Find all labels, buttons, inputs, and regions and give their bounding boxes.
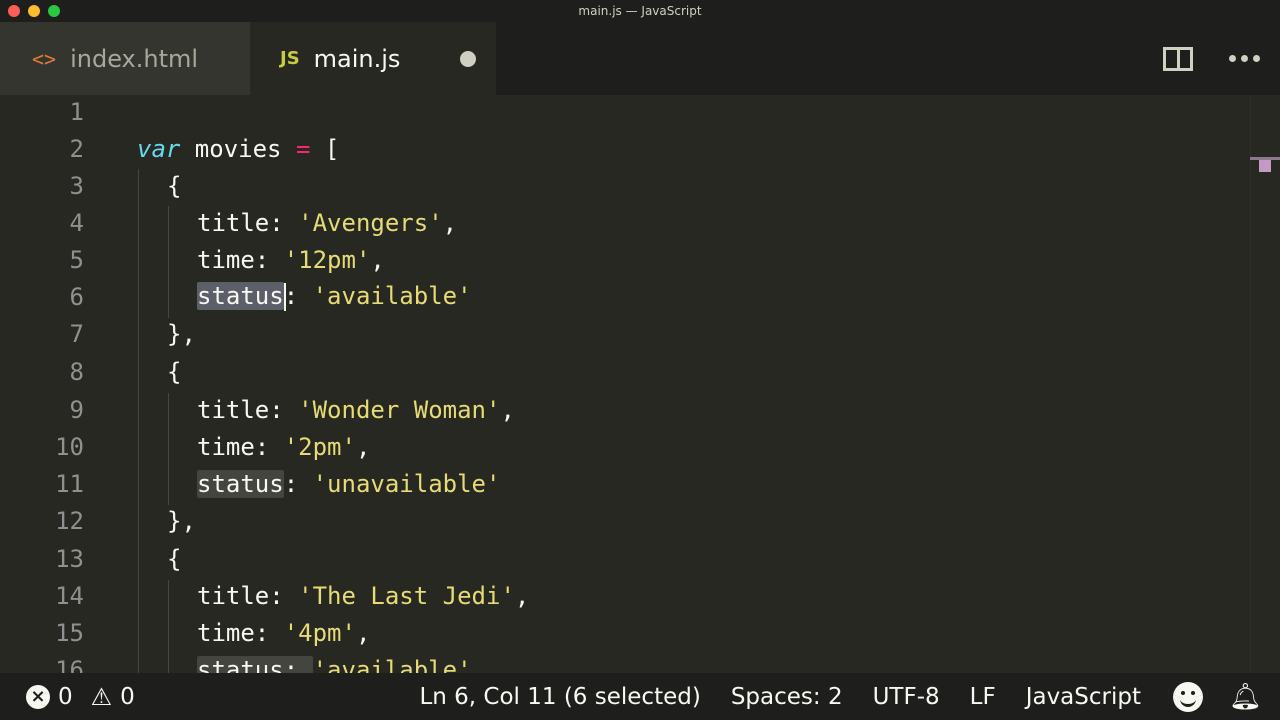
warning-count: 0 <box>120 683 135 710</box>
code-line: 2 var movies = [ <box>0 130 1250 167</box>
line-number: 15 <box>55 618 84 647</box>
maximize-window-button[interactable] <box>48 5 60 17</box>
line-number: 16 <box>55 655 84 674</box>
status-items: Ln 6, Col 11 (6 selected) Spaces: 2 UTF-… <box>419 673 1280 720</box>
tab-index-html[interactable]: <> index.html <box>0 22 250 95</box>
code-line: 11 status: 'unavailable' <box>0 465 1250 502</box>
minimize-window-button[interactable] <box>28 5 40 17</box>
language-mode[interactable]: JavaScript <box>1026 684 1141 710</box>
code-text: title: 'The Last Jedi', <box>197 581 530 610</box>
code-text: status: 'unavailable' <box>197 469 501 498</box>
code-line: 3 { <box>0 167 1250 204</box>
indentation-setting[interactable]: Spaces: 2 <box>731 684 843 710</box>
title-bar: main.js — JavaScript <box>0 0 1280 22</box>
code-text: }, <box>167 506 196 535</box>
line-number: 7 <box>69 319 84 348</box>
code-line: 4 title: 'Avengers', <box>0 204 1250 241</box>
tab-label: index.html <box>70 44 199 73</box>
line-number: 11 <box>55 469 84 498</box>
status-bar: × 0 ⚠ 0 Ln 6, Col 11 (6 selected) Spaces… <box>0 673 1280 720</box>
code-text: }, <box>167 319 196 348</box>
line-number: 5 <box>69 245 84 274</box>
line-number: 3 <box>69 171 84 200</box>
error-icon: × <box>26 684 50 709</box>
line-number: 14 <box>55 581 84 610</box>
cursor-position[interactable]: Ln 6, Col 11 (6 selected) <box>419 684 700 710</box>
code-line: 10 time: '2pm', <box>0 428 1250 465</box>
line-number: 1 <box>69 97 84 126</box>
code-text: { <box>167 544 182 573</box>
code-text: { <box>167 357 182 386</box>
tab-main-js[interactable]: JS main.js <box>250 22 496 95</box>
editor-scrollbar[interactable] <box>1250 95 1280 673</box>
code-line: 8 { <box>0 353 1250 390</box>
code-editor[interactable]: 1 2 var movies = [ 3 { 4 title: 'Avenger… <box>0 95 1280 673</box>
encoding-setting[interactable]: UTF-8 <box>873 684 940 710</box>
warning-icon: ⚠ <box>90 682 113 711</box>
js-file-icon: JS <box>280 48 300 69</box>
code-text: time: '4pm', <box>197 618 371 647</box>
tab-bar: <> index.html JS main.js <box>0 22 1280 95</box>
code-line: 15 time: '4pm', <box>0 614 1250 651</box>
code-text: { <box>167 171 182 200</box>
feedback-smiley-icon[interactable] <box>1172 681 1203 712</box>
tab-label: main.js <box>313 44 401 73</box>
code-text: status: 'available' <box>197 655 472 673</box>
line-number: 8 <box>69 357 84 386</box>
problems-indicator[interactable]: × 0 ⚠ 0 <box>0 683 135 711</box>
code-line: 7 }, <box>0 315 1250 352</box>
tab-actions <box>1163 22 1280 95</box>
line-number: 4 <box>69 208 84 237</box>
line-number: 10 <box>55 432 84 461</box>
code-text: var movies = [ <box>137 134 340 163</box>
code-text: title: 'Wonder Woman', <box>197 395 515 424</box>
code-line: 5 time: '12pm', <box>0 241 1250 278</box>
code-line: 13 { <box>0 540 1250 577</box>
notifications-bell-icon[interactable]: 🔔︎ <box>1229 682 1262 712</box>
text-selection: status <box>197 282 284 310</box>
line-number: 13 <box>55 544 84 573</box>
code-line: 6 status: 'available' <box>0 278 1250 315</box>
occurrence-highlight: status <box>197 469 284 498</box>
code-text: time: '12pm', <box>197 245 385 274</box>
error-count: 0 <box>58 683 73 710</box>
line-number: 12 <box>55 506 84 535</box>
line-ending-setting[interactable]: LF <box>970 684 996 710</box>
line-number: 2 <box>69 134 84 163</box>
code-text: status: 'available' <box>197 282 472 311</box>
split-editor-icon[interactable] <box>1163 46 1193 71</box>
line-number: 9 <box>69 395 84 424</box>
window-title: main.js — JavaScript <box>578 4 702 18</box>
code-text: time: '2pm', <box>197 432 371 461</box>
unsaved-dot-icon[interactable] <box>460 51 476 67</box>
scrollbar-selection-marker <box>1259 160 1271 172</box>
code-line: 14 title: 'The Last Jedi', <box>0 577 1250 614</box>
code-line: 12 }, <box>0 502 1250 539</box>
line-number: 6 <box>69 282 84 311</box>
window-controls <box>8 5 60 17</box>
code-line: 9 title: 'Wonder Woman', <box>0 391 1250 428</box>
html-file-icon: <> <box>32 46 57 71</box>
code-line: 16 status: 'available' <box>0 651 1250 673</box>
close-window-button[interactable] <box>8 5 20 17</box>
code-text: title: 'Avengers', <box>197 208 458 237</box>
more-actions-icon[interactable] <box>1229 55 1260 62</box>
code-line: 1 <box>0 95 1250 130</box>
